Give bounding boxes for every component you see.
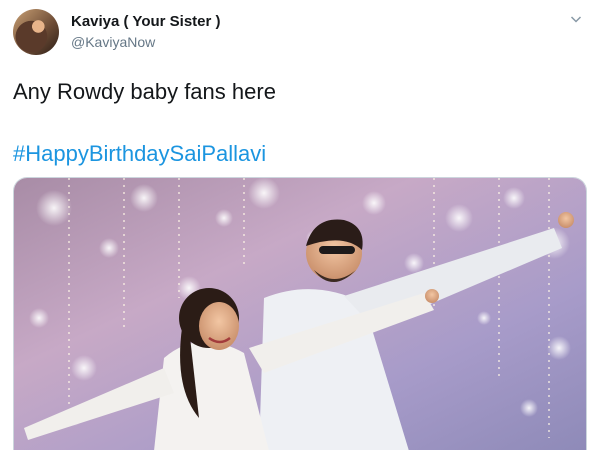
chevron-down-icon[interactable] <box>570 12 582 24</box>
tweet-author[interactable]: Kaviya ( Your Sister ) @KaviyaNow <box>71 12 221 51</box>
avatar[interactable] <box>13 9 59 55</box>
hashtag-link[interactable]: #HappyBirthdaySaiPallavi <box>13 140 266 168</box>
display-name[interactable]: Kaviya ( Your Sister ) <box>71 12 221 31</box>
tweet-image[interactable] <box>13 177 587 450</box>
tweet-text: Any Rowdy baby fans here <box>13 79 276 104</box>
user-handle[interactable]: @KaviyaNow <box>71 33 221 51</box>
